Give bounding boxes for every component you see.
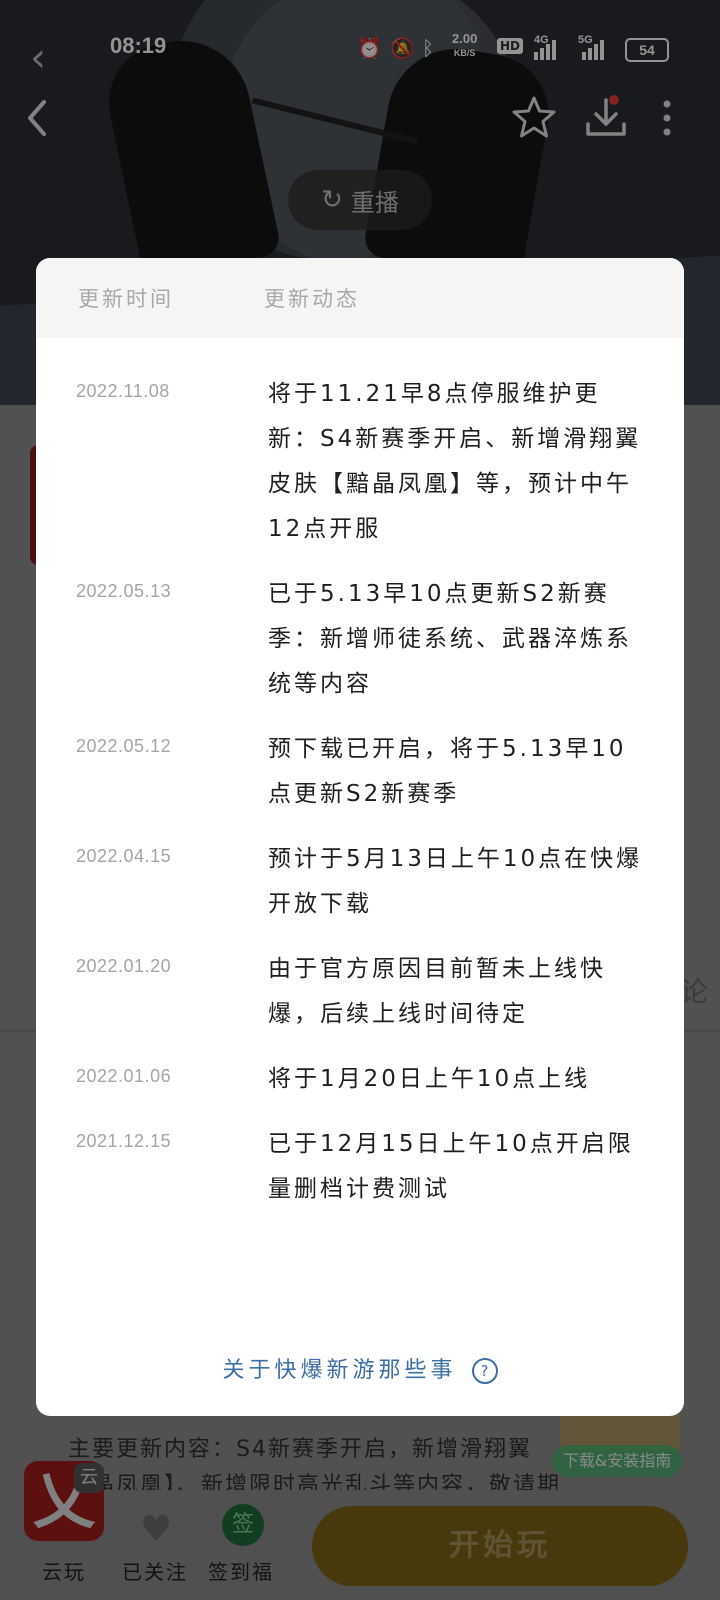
update-text: 预计于5月13日上午10点在快爆开放下载 (268, 846, 643, 917)
list-item: 2022.05.12 预下载已开启，将于5.13早10点更新S2新赛季 (36, 727, 684, 817)
header-update-time: 更新时间 (78, 287, 174, 311)
list-item: 2022.05.13 已于5.13早10点更新S2新赛季：新增师徒系统、武器淬炼… (36, 572, 684, 707)
about-new-games-link[interactable]: 关于快爆新游那些事 ? (36, 1352, 684, 1384)
update-date: 2022.11.08 (76, 381, 170, 401)
about-link-label: 关于快爆新游那些事 (222, 1358, 457, 1383)
update-date: 2022.05.12 (76, 736, 172, 756)
help-icon: ? (471, 1358, 498, 1384)
list-item: 2022.11.08 将于11.21早8点停服维护更新：S4新赛季开启、新增滑翔… (36, 372, 684, 552)
update-text: 预下载已开启，将于5.13早10点更新S2新赛季 (268, 736, 627, 807)
update-text: 将于1月20日上午10点上线 (268, 1066, 591, 1092)
update-text: 已于12月15日上午10点开启限量删档计费测试 (268, 1131, 634, 1202)
list-item: 2022.01.06 将于1月20日上午10点上线 (36, 1057, 684, 1102)
update-date: 2021.12.15 (76, 1131, 172, 1151)
list-item: 2022.01.20 由于官方原因目前暂未上线快爆，后续上线时间待定 (36, 947, 684, 1037)
update-text: 将于11.21早8点停服维护更新：S4新赛季开启、新增滑翔翼皮肤【黯晶凤凰】等，… (268, 381, 642, 542)
update-date: 2022.01.06 (76, 1066, 172, 1086)
list-item: 2022.04.15 预计于5月13日上午10点在快爆开放下载 (36, 837, 684, 927)
update-list: 2022.11.08 将于11.21早8点停服维护更新：S4新赛季开启、新增滑翔… (36, 338, 684, 1212)
dialog-header: 更新时间 更新动态 (36, 258, 684, 338)
header-update-news: 更新动态 (264, 287, 360, 311)
update-text: 由于官方原因目前暂未上线快爆，后续上线时间待定 (268, 956, 606, 1027)
update-text: 已于5.13早10点更新S2新赛季：新增师徒系统、武器淬炼系统等内容 (268, 581, 632, 697)
update-history-dialog: 更新时间 更新动态 2022.11.08 将于11.21早8点停服维护更新：S4… (36, 258, 684, 1416)
update-date: 2022.04.15 (76, 846, 172, 866)
update-date: 2022.05.13 (76, 581, 172, 601)
list-item: 2021.12.15 已于12月15日上午10点开启限量删档计费测试 (36, 1122, 684, 1212)
update-date: 2022.01.20 (76, 956, 172, 976)
